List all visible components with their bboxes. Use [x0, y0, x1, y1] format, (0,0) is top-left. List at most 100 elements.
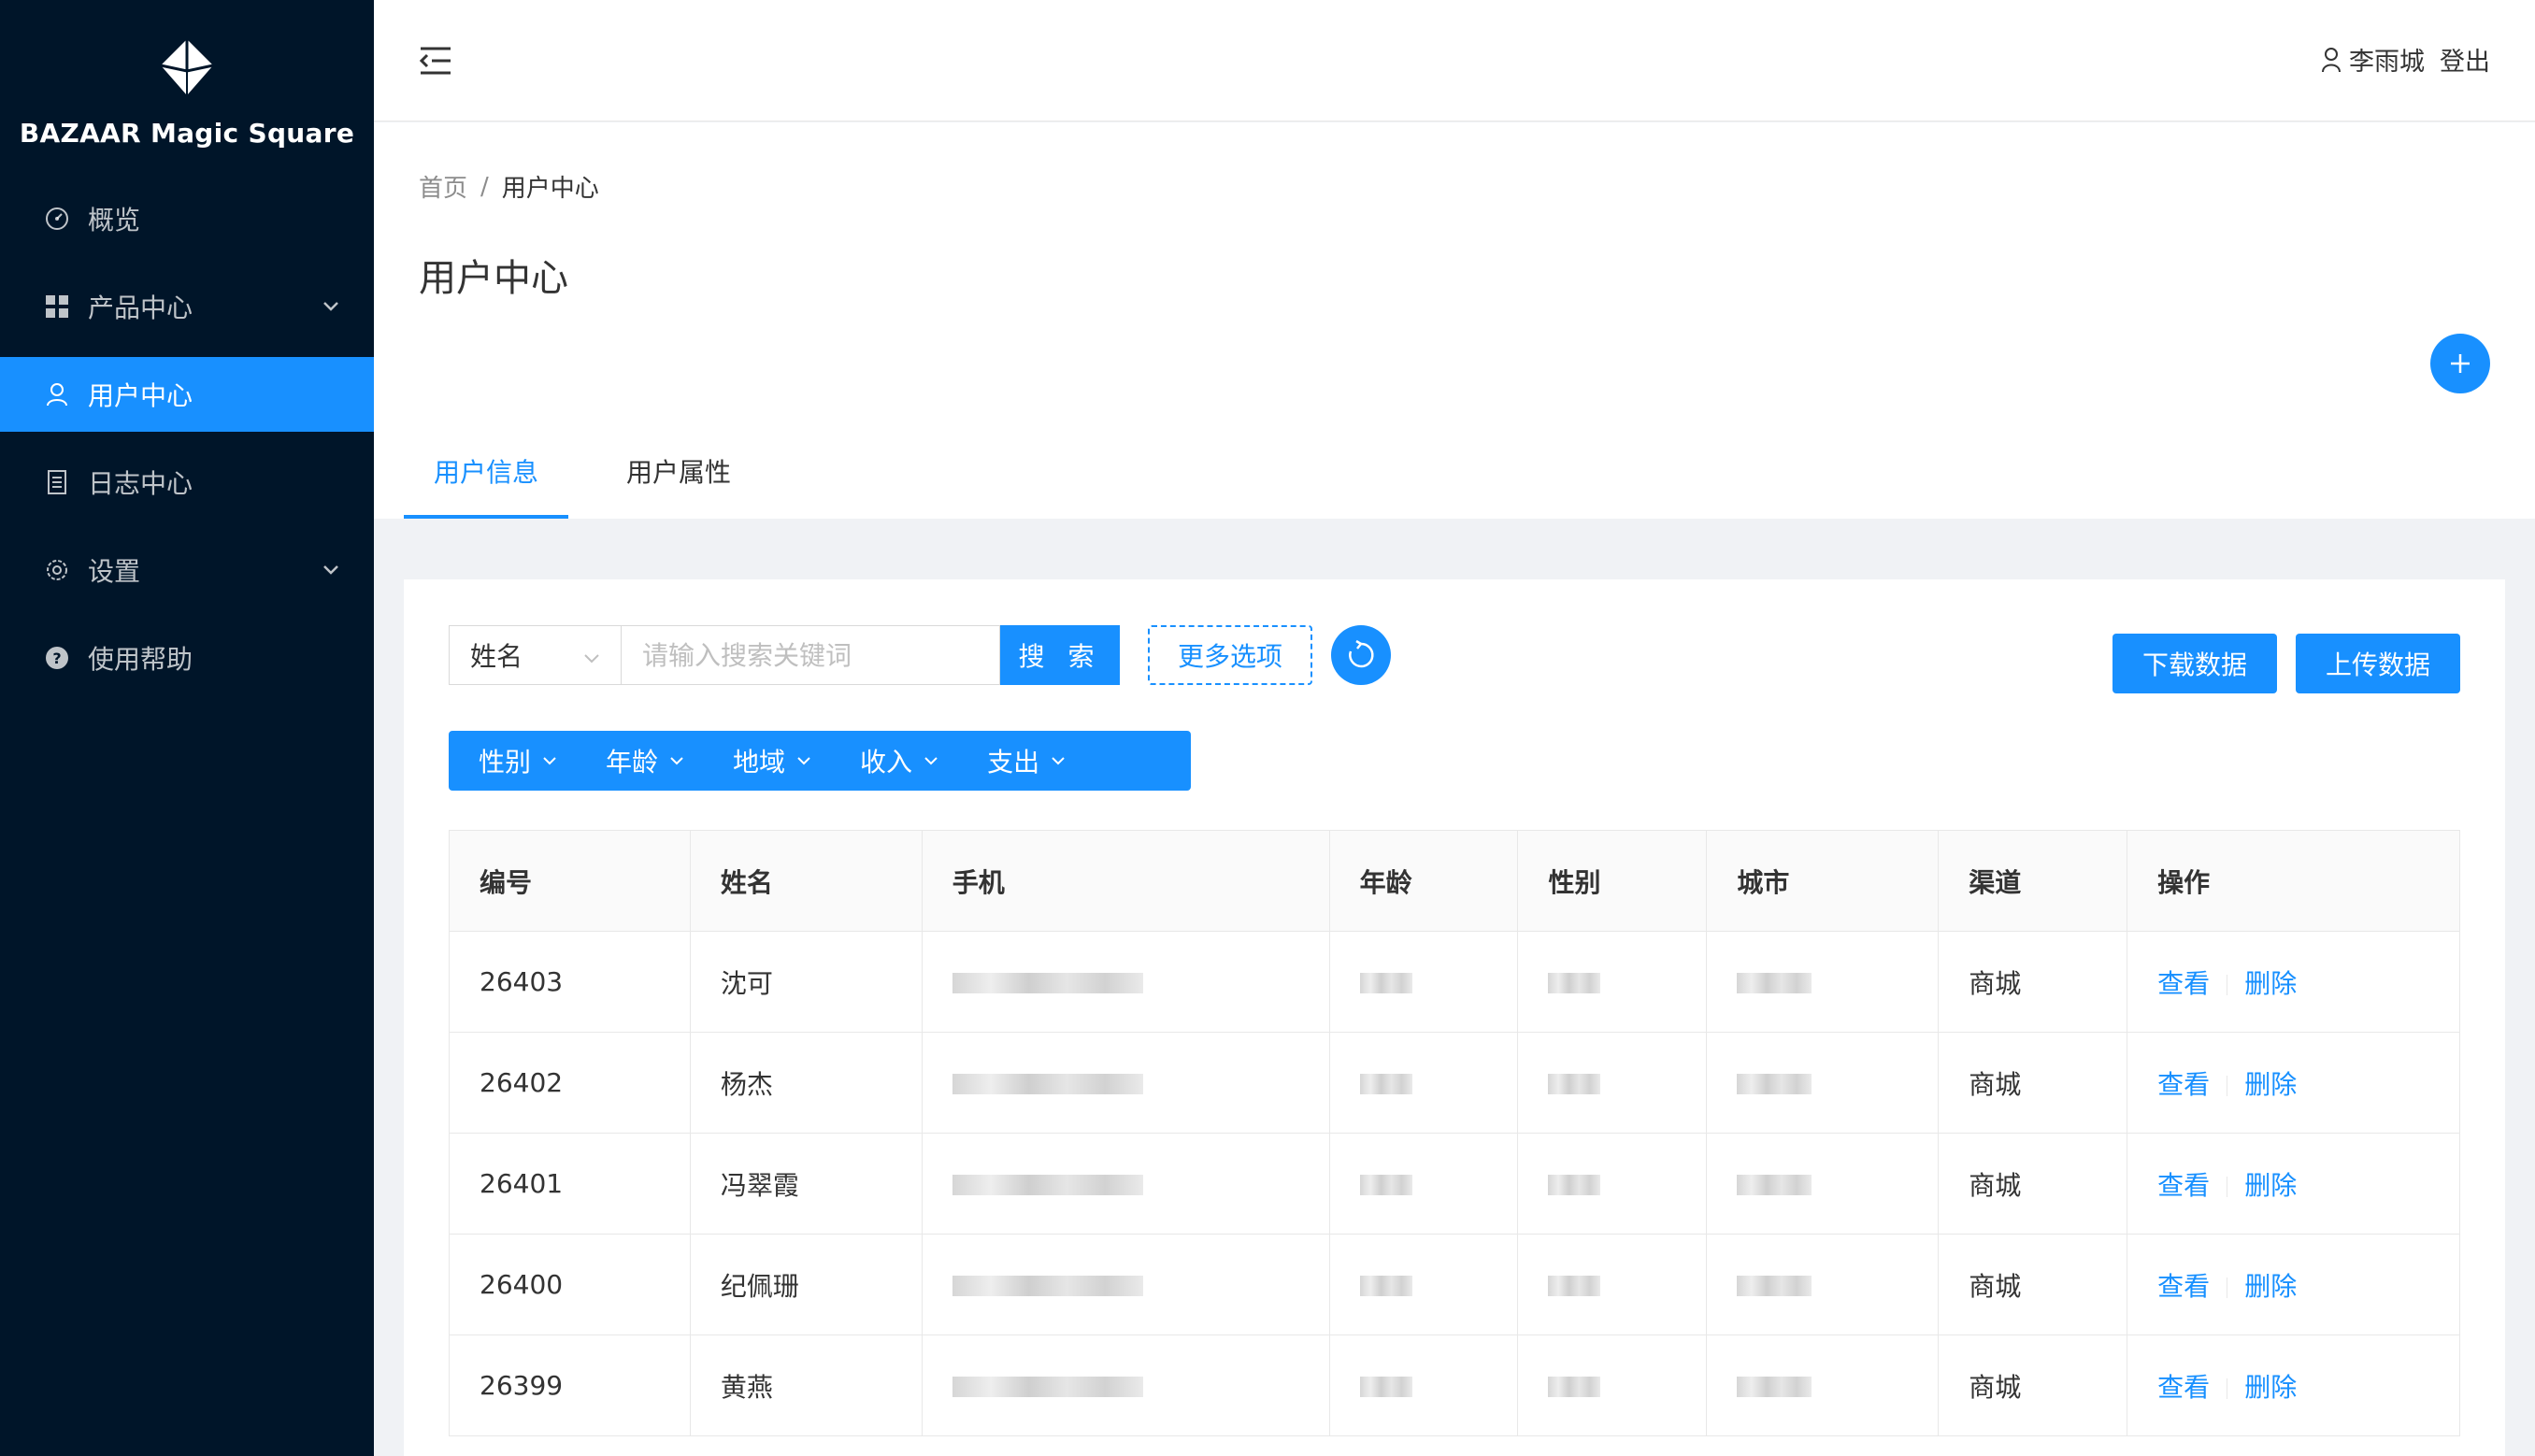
sidebar-item-label: 产品中心: [88, 293, 193, 323]
cell-id: 26401: [449, 1133, 691, 1235]
cell-id: 26402: [449, 1032, 691, 1134]
cell-gender: [1517, 1335, 1708, 1436]
filter-label: 收入: [860, 747, 913, 778]
column-header[interactable]: 编号: [449, 830, 691, 932]
sidebar-item-label: 用户中心: [88, 380, 193, 411]
table-header-row: 编号 姓名 手机 年龄 性别 城市 渠道 操作: [449, 830, 2460, 932]
logout-link[interactable]: 登出: [2440, 41, 2490, 78]
blurred-age: [1359, 1276, 1412, 1296]
delete-link[interactable]: 删除: [2244, 968, 2297, 999]
filter-bar: 性别 年龄 地域 收入 支出: [449, 731, 1191, 791]
sidebar-item-label: 概览: [88, 205, 141, 236]
sidebar-item-users[interactable]: 用户中心: [0, 357, 374, 432]
delete-link[interactable]: 删除: [2244, 1271, 2297, 1302]
filter-region[interactable]: 地域: [733, 742, 811, 779]
filter-label: 地域: [733, 747, 786, 778]
file-icon: [43, 468, 71, 496]
delete-link[interactable]: 删除: [2244, 1170, 2297, 1201]
tab-user-info[interactable]: 用户信息: [404, 450, 569, 519]
top-header: 李雨城 登出: [374, 0, 2535, 121]
cell-gender: [1517, 931, 1708, 1033]
cell-channel: 商城: [1938, 1335, 2128, 1436]
search-button[interactable]: 搜 索: [1000, 625, 1120, 685]
search-row: 姓名 搜 索 更多选项: [449, 624, 1391, 686]
blurred-age: [1359, 973, 1412, 993]
cell-actions: 查看 删除: [2127, 1032, 2460, 1134]
cell-id: 26400: [449, 1234, 691, 1335]
cell-id: 26403: [449, 931, 691, 1033]
cell-channel: 商城: [1938, 1032, 2128, 1134]
sidebar-item-settings[interactable]: 设置: [0, 533, 374, 607]
user-table: 编号 姓名 手机 年龄 性别 城市 渠道 操作 26403 沈可 商城 查看 删除: [449, 830, 2460, 1436]
tab-user-attributes[interactable]: 用户属性: [596, 450, 761, 519]
cell-phone: [921, 931, 1330, 1033]
search-input[interactable]: [621, 625, 1000, 685]
sidebar-item-label: 日志中心: [88, 468, 193, 499]
chevron-down-icon: [583, 640, 600, 671]
cell-actions: 查看 删除: [2127, 931, 2460, 1033]
refresh-button[interactable]: [1331, 625, 1391, 685]
upload-data-button[interactable]: 上传数据: [2295, 634, 2460, 693]
filter-income[interactable]: 收入: [860, 742, 938, 779]
filter-age[interactable]: 年龄: [606, 742, 684, 779]
menu-fold-icon[interactable]: [419, 45, 452, 77]
blurred-phone: [952, 973, 1143, 993]
filter-expense[interactable]: 支出: [987, 742, 1066, 779]
page-title: 用户中心: [419, 257, 568, 300]
view-link[interactable]: 查看: [2157, 1372, 2210, 1403]
blurred-city: [1737, 1377, 1812, 1397]
user-area: 李雨城 登出: [2321, 41, 2490, 78]
blurred-gender: [1548, 1074, 1601, 1094]
view-link[interactable]: 查看: [2157, 1069, 2210, 1100]
column-header[interactable]: 城市: [1706, 830, 1940, 932]
blurred-phone: [952, 1377, 1143, 1397]
chevron-down-icon: [542, 753, 557, 768]
table-row: 26401 冯翠霞 商城 查看 删除: [449, 1133, 2460, 1235]
column-header[interactable]: 性别: [1517, 830, 1708, 932]
chevron-down-icon: [669, 753, 684, 768]
dashboard-icon: [43, 205, 71, 233]
column-header[interactable]: 渠道: [1938, 830, 2128, 932]
cell-city: [1706, 1234, 1940, 1335]
cell-name: 纪佩珊: [689, 1234, 923, 1335]
logo[interactable]: BAZAAR Magic Square: [0, 0, 374, 168]
column-header: 操作: [2127, 830, 2460, 932]
username[interactable]: 李雨城: [2349, 41, 2425, 78]
chevron-down-icon: [322, 297, 340, 316]
column-header[interactable]: 手机: [921, 830, 1330, 932]
table-row: 26403 沈可 商城 查看 删除: [449, 931, 2460, 1033]
action-buttons: 下载数据 上传数据: [2094, 634, 2460, 693]
blurred-city: [1737, 1276, 1812, 1296]
cell-age: [1328, 1133, 1519, 1235]
plus-icon: [2451, 354, 2470, 373]
breadcrumb-home[interactable]: 首页: [419, 169, 467, 204]
sidebar-item-overview[interactable]: 概览: [0, 181, 374, 256]
view-link[interactable]: 查看: [2157, 1271, 2210, 1302]
column-header[interactable]: 年龄: [1328, 830, 1519, 932]
delete-link[interactable]: 删除: [2244, 1372, 2297, 1403]
blurred-age: [1359, 1074, 1412, 1094]
sidebar-item-help[interactable]: ? 使用帮助: [0, 621, 374, 695]
cell-gender: [1517, 1234, 1708, 1335]
table-row: 26400 纪佩珊 商城 查看 删除: [449, 1234, 2460, 1335]
column-header[interactable]: 姓名: [689, 830, 923, 932]
view-link[interactable]: 查看: [2157, 1170, 2210, 1201]
search-field-select[interactable]: 姓名: [449, 625, 621, 685]
sidebar-item-products[interactable]: 产品中心: [0, 269, 374, 344]
delete-link[interactable]: 删除: [2244, 1069, 2297, 1100]
download-data-button[interactable]: 下载数据: [2112, 634, 2277, 693]
filter-gender[interactable]: 性别: [479, 742, 557, 779]
cell-age: [1328, 1234, 1519, 1335]
setting-icon: [43, 556, 71, 584]
sidebar-item-label: 设置: [88, 556, 141, 587]
sidebar-item-label: 使用帮助: [88, 644, 193, 675]
cell-phone: [921, 1133, 1330, 1235]
cell-age: [1328, 1335, 1519, 1436]
cell-gender: [1517, 1133, 1708, 1235]
logo-diamond-icon: [160, 39, 214, 95]
more-options-button[interactable]: 更多选项: [1148, 625, 1312, 685]
view-link[interactable]: 查看: [2157, 968, 2210, 999]
sidebar-item-logs[interactable]: 日志中心: [0, 445, 374, 520]
blurred-city: [1737, 1175, 1812, 1195]
add-button[interactable]: [2430, 334, 2490, 393]
